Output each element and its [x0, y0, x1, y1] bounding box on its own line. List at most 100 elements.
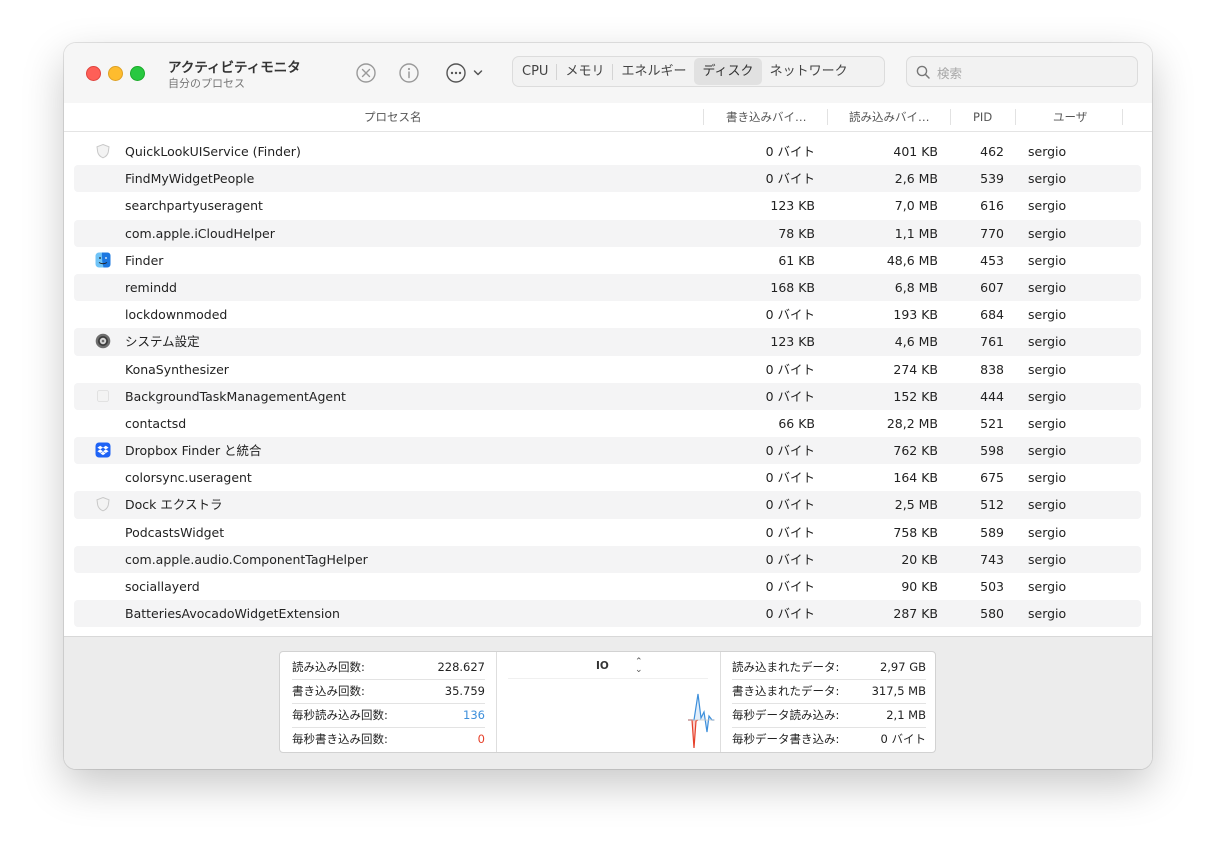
close-window-button[interactable] — [86, 66, 101, 81]
process-pid: 444 — [980, 388, 1004, 404]
zoom-window-button[interactable] — [130, 66, 145, 81]
more-actions-button[interactable] — [444, 61, 486, 85]
process-pid: 598 — [980, 443, 1004, 459]
table-row[interactable]: BackgroundTaskManagementAgent 0 バイト 152 KB… — [74, 382, 1141, 410]
io-count-label: 毎秒読み込み回数: — [292, 708, 388, 722]
bytes-written: 123 KB — [770, 198, 815, 214]
updown-chevron-icon[interactable]: ⌃ ⌄ — [635, 658, 643, 675]
column-divider[interactable] — [827, 109, 828, 125]
tab-energy[interactable]: エネルギー — [613, 58, 694, 85]
process-user: sergio — [1028, 252, 1067, 268]
process-name: Finder — [125, 252, 164, 268]
column-bytes-written[interactable]: 書き込みバイ… — [726, 103, 807, 131]
table-row[interactable]: contactsd 66 KB 28,2 MB 521 sergio — [74, 410, 1141, 437]
bytes-read: 90 KB — [901, 579, 938, 594]
bytes-read: 28,2 MB — [886, 415, 938, 431]
bytes-written: 123 KB — [770, 334, 815, 350]
process-pid: 743 — [980, 551, 1004, 567]
column-pid[interactable]: PID — [973, 103, 992, 131]
process-pid: 453 — [980, 252, 1004, 268]
graph-mode-select[interactable]: IO — [596, 660, 609, 672]
column-divider[interactable] — [1015, 109, 1016, 125]
column-divider[interactable] — [703, 109, 704, 125]
process-user: sergio — [1028, 579, 1067, 594]
process-table: QuickLookUIService (Finder) 0 バイト 401 KB 46… — [74, 138, 1141, 628]
process-name: PodcastsWidget — [125, 524, 225, 540]
table-row[interactable]: sociallayerd 0 バイト 90 KB 503 sergio — [74, 573, 1141, 600]
process-pid: 462 — [980, 144, 1004, 159]
column-divider[interactable] — [1122, 109, 1123, 125]
process-user: sergio — [1028, 551, 1067, 567]
table-row[interactable]: KonaSynthesizer 0 バイト 274 KB 838 sergio — [74, 356, 1141, 383]
process-pid: 539 — [980, 171, 1004, 187]
io-count-row: 読み込み回数: 228.627 — [292, 656, 485, 680]
bytes-written: 0 バイト — [765, 606, 815, 622]
column-user[interactable]: ユーザ — [1053, 103, 1087, 131]
table-row[interactable]: Dropbox Finder と統合 0 バイト 762 KB 598 sergio — [74, 437, 1141, 465]
tab-network[interactable]: ネットワーク — [762, 58, 856, 85]
process-name: com.apple.iCloudHelper — [125, 225, 275, 241]
bytes-read: 48,6 MB — [886, 252, 938, 268]
process-pid: 521 — [980, 415, 1004, 431]
process-user: sergio — [1028, 524, 1067, 540]
bytes-read: 287 KB — [893, 606, 938, 622]
table-row[interactable]: com.apple.iCloudHelper 78 KB 1,1 MB 770 serg… — [74, 219, 1141, 247]
bytes-written: 0 バイト — [765, 144, 815, 159]
bytes-written: 168 KB — [770, 279, 815, 295]
search-field[interactable] — [906, 56, 1138, 87]
bytes-read: 274 KB — [893, 361, 938, 377]
bytes-written: 0 バイト — [765, 171, 815, 187]
data-volume-row: 毎秒データ読み込み: 2,1 MB — [732, 704, 926, 728]
bytes-written: 0 バイト — [765, 524, 815, 540]
table-row[interactable]: QuickLookUIService (Finder) 0 バイト 401 KB 46… — [74, 138, 1141, 165]
tab-memory[interactable]: メモリ — [557, 58, 612, 85]
table-row[interactable]: Dock エクストラ 0 バイト 2,5 MB 512 sergio — [74, 491, 1141, 519]
app-placeholder-icon — [95, 388, 111, 404]
column-divider[interactable] — [950, 109, 951, 125]
bytes-read: 20 KB — [901, 551, 938, 567]
tab-cpu[interactable]: CPU — [514, 58, 556, 85]
bytes-read: 4,6 MB — [894, 334, 938, 350]
table-row[interactable]: PodcastsWidget 0 バイト 758 KB 589 sergio — [74, 519, 1141, 546]
data-volume-row: 毎秒データ書き込み: 0 バイト — [732, 728, 926, 751]
data-volume-label: 書き込まれたデータ: — [732, 684, 840, 698]
process-name: remindd — [125, 279, 177, 295]
table-row[interactable]: com.apple.audio.ComponentTagHelper 0 バイト 2… — [74, 545, 1141, 573]
search-input[interactable] — [935, 62, 1129, 84]
process-user: sergio — [1028, 388, 1067, 404]
chevron-down-icon — [473, 70, 483, 76]
inspect-process-button[interactable] — [397, 61, 421, 85]
process-pid: 616 — [980, 198, 1004, 214]
process-name: contactsd — [125, 415, 187, 431]
data-volume-value: 0 バイト — [880, 732, 926, 746]
tab-disk[interactable]: ディスク — [694, 58, 762, 85]
window-subtitle[interactable]: 自分のプロセス — [168, 75, 245, 91]
bytes-written: 0 バイト — [765, 388, 815, 404]
bytes-written: 0 バイト — [765, 497, 815, 513]
stop-process-button[interactable] — [354, 61, 378, 85]
column-bytes-read[interactable]: 読み込みバイ… — [849, 103, 930, 131]
table-row[interactable]: searchpartyuseragent 123 KB 7,0 MB 616 sergi… — [74, 192, 1141, 219]
bytes-read: 1,1 MB — [894, 225, 938, 241]
bytes-written: 0 バイト — [765, 307, 815, 323]
process-name: colorsync.useragent — [125, 470, 252, 486]
minimize-window-button[interactable] — [108, 66, 123, 81]
column-process-name[interactable]: プロセス名 — [364, 103, 422, 131]
io-count-label: 読み込み回数: — [292, 660, 365, 674]
io-count-value: 136 — [463, 708, 485, 722]
process-pid: 838 — [980, 361, 1004, 377]
process-user: sergio — [1028, 198, 1067, 214]
bytes-read: 2,5 MB — [894, 497, 938, 513]
table-row[interactable]: lockdownmoded 0 バイト 193 KB 684 sergio — [74, 301, 1141, 328]
table-row[interactable]: システム設定 123 KB 4,6 MB 761 sergio — [74, 328, 1141, 356]
bytes-written: 61 KB — [778, 252, 815, 268]
table-row[interactable]: FindMyWidgetPeople 0 バイト 2,6 MB 539 sergio — [74, 165, 1141, 193]
table-row[interactable]: BatteriesAvocadoWidgetExtension 0 バイト 287 … — [74, 600, 1141, 628]
table-row[interactable]: Finder 61 KB 48,6 MB 453 sergio — [74, 247, 1141, 274]
process-name: Dock エクストラ — [125, 497, 223, 513]
bytes-read: 7,0 MB — [894, 198, 938, 214]
process-pid: 589 — [980, 524, 1004, 540]
table-row[interactable]: remindd 168 KB 6,8 MB 607 sergio — [74, 273, 1141, 302]
process-user: sergio — [1028, 171, 1067, 187]
table-row[interactable]: colorsync.useragent 0 バイト 164 KB 675 sergio — [74, 464, 1141, 491]
